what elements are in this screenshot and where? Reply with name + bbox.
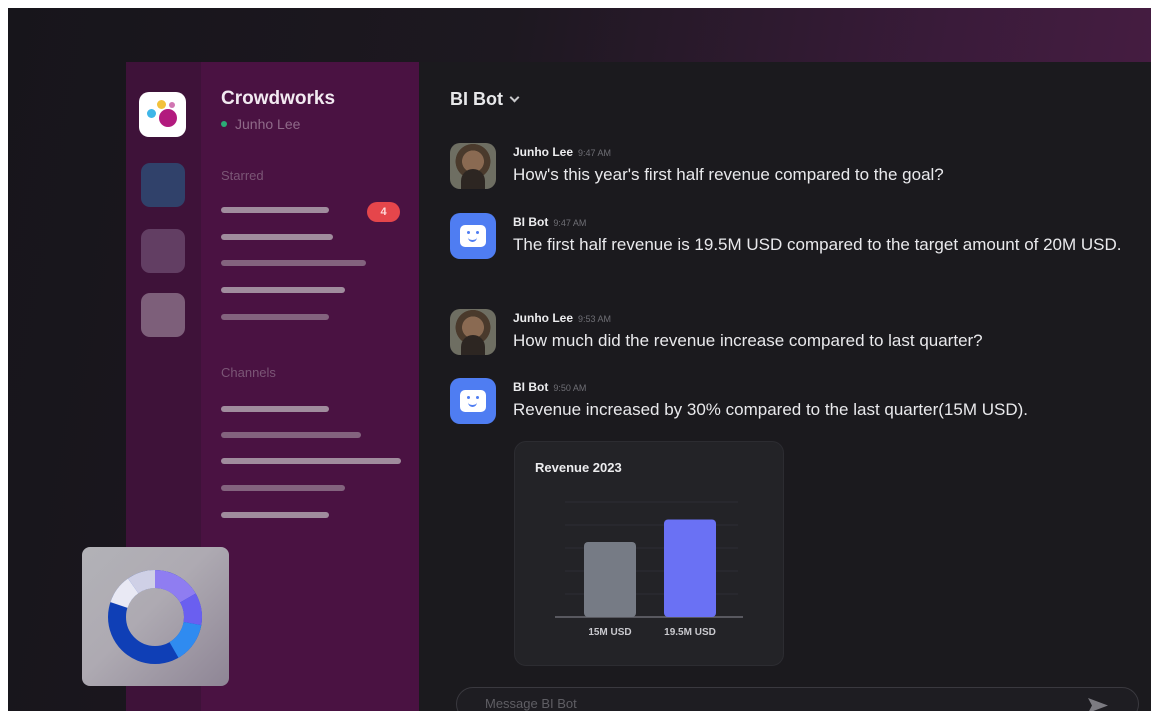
message-author[interactable]: BI Bot [513, 215, 548, 229]
bot-face-icon [460, 225, 486, 247]
message-text: How much did the revenue increase compar… [513, 331, 983, 350]
overlay-app-tile[interactable] [82, 547, 229, 686]
revenue-bar-chart: 15M USD 19.5M USD [555, 501, 743, 638]
sidebar-item-starred-2[interactable] [221, 234, 333, 240]
workspace-name[interactable]: Crowdworks [221, 88, 335, 110]
current-user[interactable]: Junho Lee [221, 116, 300, 132]
message-composer[interactable] [456, 687, 1139, 711]
message-author[interactable]: Junho Lee [513, 145, 573, 159]
chart-bar[interactable] [664, 519, 716, 618]
channel-title: BI Bot [450, 89, 503, 109]
channels-section-label[interactable]: Channels [221, 365, 276, 380]
sidebar-item-starred-3[interactable] [221, 260, 366, 266]
user-avatar[interactable] [450, 309, 496, 355]
current-user-name: Junho Lee [235, 116, 301, 132]
starred-section-label[interactable]: Starred [221, 168, 264, 183]
sidebar-item-channel-3[interactable] [221, 458, 401, 464]
chart-tick-label: 19.5M USD [664, 627, 716, 638]
message-time: 9:47 AM [578, 148, 612, 158]
message-text: The first half revenue is 19.5M USD comp… [513, 235, 1122, 254]
workspace-tile-3[interactable] [141, 293, 185, 337]
chevron-down-icon [509, 92, 520, 103]
unread-badge: 4 [367, 202, 400, 222]
message-input[interactable] [485, 696, 1045, 711]
sidebar-item-channel-2[interactable] [221, 432, 361, 438]
workspace-tile-2[interactable] [141, 229, 185, 273]
bot-face-icon [460, 390, 486, 412]
sidebar-item-starred-4[interactable] [221, 287, 345, 293]
message-time: 9:50 AM [553, 383, 587, 393]
user-avatar[interactable] [450, 143, 496, 189]
workspace-tile-1[interactable] [141, 163, 185, 207]
donut-chart-icon [108, 570, 202, 664]
workspace-logo-icon[interactable] [139, 92, 186, 137]
conversation-pane: BI Bot Junho Lee 9:47 AM How's this year'… [419, 62, 1151, 711]
message-author[interactable]: BI Bot [513, 380, 548, 394]
bot-avatar[interactable] [450, 378, 496, 424]
bot-avatar[interactable] [450, 213, 496, 259]
app-window: Crowdworks Junho Lee Starred 4 Channels … [8, 8, 1151, 711]
channel-header[interactable]: BI Bot [450, 89, 520, 110]
message-author[interactable]: Junho Lee [513, 311, 573, 325]
chart-bar[interactable] [584, 542, 636, 617]
chart-card[interactable]: Revenue 2023 15M USD 19.5M USD [514, 441, 784, 666]
message-time: 9:47 AM [553, 218, 587, 228]
chart-tick-label: 15M USD [588, 627, 631, 638]
message-text: How's this year's first half revenue com… [513, 165, 944, 184]
message-time: 9:53 AM [578, 314, 612, 324]
sidebar-item-starred-5[interactable] [221, 314, 329, 320]
chat-app: Crowdworks Junho Lee Starred 4 Channels … [126, 62, 1151, 711]
sidebar-item-channel-5[interactable] [221, 512, 329, 518]
send-icon[interactable] [1087, 697, 1109, 711]
channel-sidebar: Crowdworks Junho Lee Starred 4 Channels [201, 62, 419, 711]
message-text: Revenue increased by 30% compared to the… [513, 400, 1028, 419]
sidebar-item-starred-1[interactable] [221, 207, 329, 213]
sidebar-item-channel-4[interactable] [221, 485, 345, 491]
online-status-icon [221, 121, 227, 127]
sidebar-item-channel-1[interactable] [221, 406, 329, 412]
